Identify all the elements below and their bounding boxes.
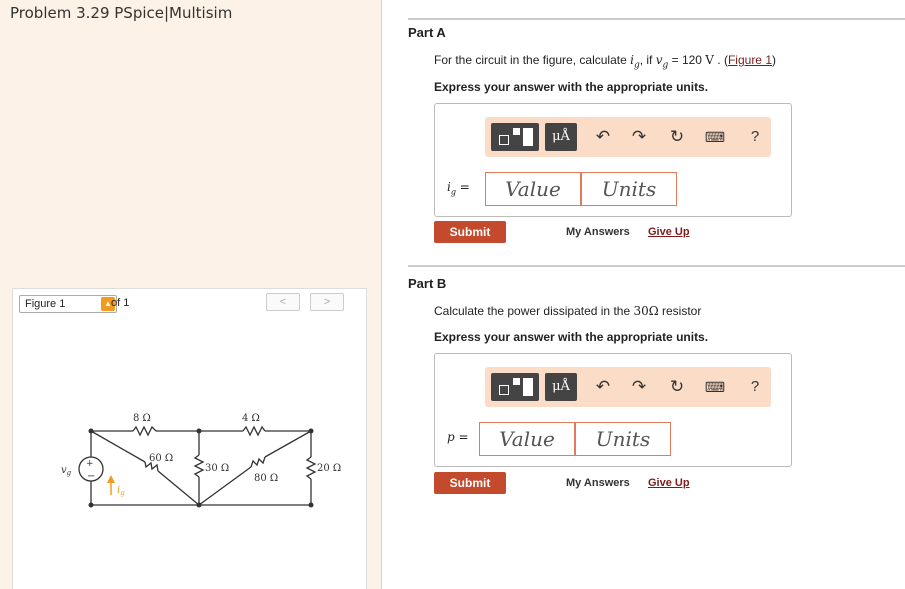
part-b-instructions: Express your answer with the appropriate… <box>434 330 709 344</box>
circuit-diagram: 8 Ω 4 Ω 60 Ω 30 Ω 80 Ω 20 Ω + − vg ig <box>61 413 341 508</box>
redo-icon[interactable]: ↷ <box>627 123 651 151</box>
undo-icon[interactable]: ↶ <box>591 373 615 401</box>
next-figure-button[interactable]: > <box>310 293 344 311</box>
keyboard-icon[interactable]: ⌨ <box>703 123 727 151</box>
template-button[interactable] <box>491 123 539 151</box>
part-a-units-input[interactable]: Units <box>581 172 677 206</box>
divider <box>408 18 905 20</box>
part-a-submit-button[interactable]: Submit <box>434 221 506 243</box>
help-icon[interactable]: ? <box>743 373 767 401</box>
left-panel: Problem 3.29 PSpice|Multisim Figure 1 ▲ … <box>0 0 382 589</box>
part-b-header: Part B <box>408 276 447 291</box>
part-b-answer-box: μÅ ↶ ↷ ↻ ⌨ ? p = Value Units <box>434 353 792 467</box>
problem-title: Problem 3.29 PSpice|Multisim <box>10 4 233 22</box>
minus-sign: − <box>87 471 95 482</box>
template-icon <box>499 135 509 145</box>
prev-figure-button[interactable]: < <box>266 293 300 311</box>
divider <box>408 265 905 267</box>
label-ig: ig <box>117 485 125 497</box>
template-icon <box>499 385 509 395</box>
part-b-value-input[interactable]: Value <box>479 422 575 456</box>
reset-icon[interactable]: ↻ <box>665 123 689 151</box>
part-b-units-input[interactable]: Units <box>575 422 671 456</box>
part-a-variable-label: ig = <box>447 180 470 197</box>
part-b-toolbar: μÅ ↶ ↷ ↻ ⌨ ? <box>485 367 771 407</box>
part-b-question: Calculate the power dissipated in the 30… <box>434 304 702 318</box>
part-a-give-up-link[interactable]: Give Up <box>648 226 690 238</box>
part-b-my-answers-link[interactable]: My Answers <box>566 477 630 489</box>
figure-link[interactable]: Figure 1 <box>728 53 772 67</box>
label-8-ohm: 8 Ω <box>133 413 151 424</box>
redo-icon[interactable]: ↷ <box>627 373 651 401</box>
part-b-submit-button[interactable]: Submit <box>434 472 506 494</box>
undo-icon[interactable]: ↶ <box>591 123 615 151</box>
figure-select-value: Figure 1 <box>25 298 66 310</box>
label-20-ohm: 20 Ω <box>317 463 341 474</box>
label-vg: vg <box>61 465 72 477</box>
units-button[interactable]: μÅ <box>545 373 577 401</box>
help-icon[interactable]: ? <box>743 123 767 151</box>
part-a-answer-box: μÅ ↶ ↷ ↻ ⌨ ? ig = Value Units <box>434 103 792 217</box>
label-4-ohm: 4 Ω <box>242 413 260 424</box>
part-b-give-up-link[interactable]: Give Up <box>648 477 690 489</box>
label-30-ohm: 30 Ω <box>205 463 229 474</box>
part-a-value-input[interactable]: Value <box>485 172 581 206</box>
keyboard-icon[interactable]: ⌨ <box>703 373 727 401</box>
part-a-instructions: Express your answer with the appropriate… <box>434 80 709 94</box>
units-button[interactable]: μÅ <box>545 123 577 151</box>
figure-select[interactable]: Figure 1 ▲ <box>19 295 117 313</box>
reset-icon[interactable]: ↻ <box>665 373 689 401</box>
plus-sign: + <box>86 459 94 469</box>
part-a-toolbar: μÅ ↶ ↷ ↻ ⌨ ? <box>485 117 771 157</box>
label-60-ohm: 60 Ω <box>149 453 173 464</box>
part-b-variable-label: p = <box>447 430 469 444</box>
part-a-header: Part A <box>408 25 446 40</box>
figure-count: of 1 <box>111 297 130 309</box>
part-a-my-answers-link[interactable]: My Answers <box>566 226 630 238</box>
figure-panel: Figure 1 ▲ of 1 < > 8 Ω 4 Ω 60 Ω 30 Ω 80… <box>12 288 367 589</box>
template-button[interactable] <box>491 373 539 401</box>
label-80-ohm: 80 Ω <box>254 473 278 484</box>
right-panel: Part A For the circuit in the figure, ca… <box>382 0 905 589</box>
part-a-question: For the circuit in the figure, calculate… <box>434 53 776 71</box>
